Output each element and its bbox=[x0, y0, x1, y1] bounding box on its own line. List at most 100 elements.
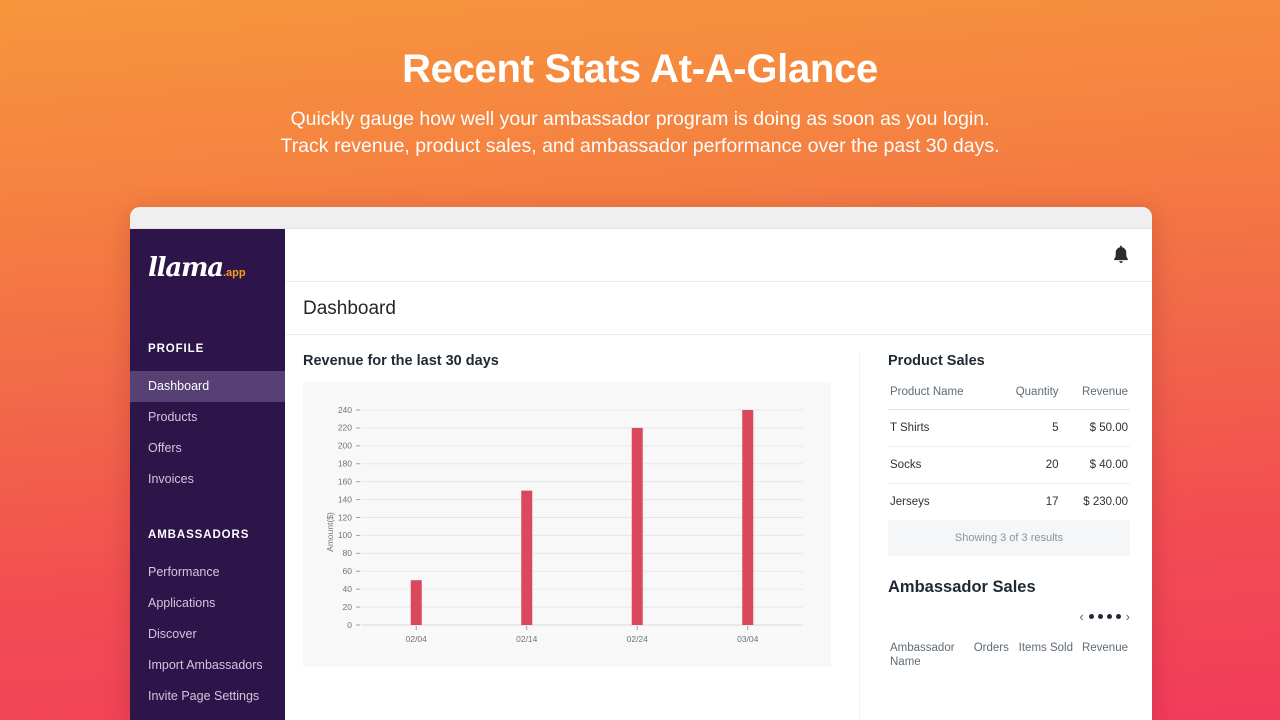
chart-x-tick-label: 03/04 bbox=[737, 634, 759, 644]
ambassador-sales-section: Ambassador Sales ‹ › Ambassador Name Ord… bbox=[888, 578, 1130, 681]
main-content: Dashboard Revenue for the last 30 days 0… bbox=[285, 229, 1152, 720]
sidebar-section-ambassadors-heading: AMBASSADORS bbox=[148, 529, 250, 541]
table-header-row: Product Name Quantity Revenue bbox=[888, 382, 1130, 410]
cell-product-name: T Shirts bbox=[888, 409, 996, 447]
chart-y-tick-label: 200 bbox=[338, 441, 352, 451]
chart-x-tick-label: 02/04 bbox=[406, 634, 428, 644]
cell-quantity: 20 bbox=[995, 446, 1061, 484]
sidebar: llama.app PROFILE Dashboard Products Off… bbox=[130, 229, 285, 720]
chart-y-tick-label: 0 bbox=[347, 620, 352, 630]
app-shell: llama.app PROFILE Dashboard Products Off… bbox=[130, 229, 1152, 720]
chart-y-tick-label: 60 bbox=[343, 566, 353, 576]
chevron-right-icon[interactable]: › bbox=[1126, 610, 1130, 623]
sidebar-item-invite-page-settings[interactable]: Invite Page Settings bbox=[130, 681, 285, 712]
sidebar-item-performance[interactable]: Performance bbox=[130, 557, 285, 588]
chart-bar[interactable] bbox=[521, 490, 533, 625]
sidebar-item-products[interactable]: Products bbox=[130, 402, 285, 433]
cell-revenue: $ 40.00 bbox=[1060, 446, 1130, 484]
ambassador-sales-title: Ambassador Sales bbox=[888, 578, 1036, 596]
revenue-chart-section: Revenue for the last 30 days 0 20 40 60 80 10… bbox=[303, 353, 831, 720]
sidebar-item-label: Discover bbox=[148, 627, 197, 641]
page-title-row: Dashboard bbox=[285, 282, 1152, 335]
logo[interactable]: llama.app bbox=[130, 229, 285, 301]
column-header-orders: Orders bbox=[973, 642, 1009, 654]
revenue-chart-title: Revenue for the last 30 days bbox=[303, 353, 499, 369]
cell-revenue: $ 50.00 bbox=[1060, 409, 1130, 447]
ambassador-sales-table: Ambassador Name Orders Items Sold Revenu… bbox=[888, 637, 1130, 681]
top-bar bbox=[285, 229, 1152, 282]
browser-chrome-bar bbox=[130, 207, 1152, 229]
table-row[interactable]: T Shirts 5 $ 50.00 bbox=[888, 409, 1130, 447]
page-title: Dashboard bbox=[303, 298, 396, 319]
bell-icon[interactable] bbox=[1112, 245, 1130, 265]
promo-subtitle: Quickly gauge how well your ambassador p… bbox=[0, 106, 1280, 160]
chart-y-tick-label: 100 bbox=[338, 530, 352, 540]
chart-y-tick-label: 220 bbox=[338, 423, 352, 433]
product-sales-results-count: Showing 3 of 3 results bbox=[888, 520, 1130, 556]
sidebar-item-label: Offers bbox=[148, 441, 182, 455]
promo-subtitle-line-2: Track revenue, product sales, and ambass… bbox=[280, 134, 1000, 157]
column-header-product-name: Product Name bbox=[890, 386, 964, 398]
column-header-revenue: Revenue bbox=[1081, 386, 1128, 398]
sidebar-item-dashboard[interactable]: Dashboard bbox=[130, 371, 285, 402]
product-sales-table: Product Name Quantity Revenue T Shirts 5… bbox=[888, 382, 1130, 520]
column-header-items-sold: Items Sold bbox=[1018, 642, 1073, 654]
sidebar-item-label: Dashboard bbox=[148, 379, 210, 393]
table-header-row: Ambassador Name Orders Items Sold Revenu… bbox=[888, 637, 1130, 681]
sales-panel: Product Sales Product Name Quantity Reve… bbox=[859, 353, 1130, 720]
cell-revenue: $ 230.00 bbox=[1060, 483, 1130, 520]
table-row[interactable]: Jerseys 17 $ 230.00 bbox=[888, 483, 1130, 520]
logo-suffix: .app bbox=[222, 267, 246, 279]
dashboard-content: Revenue for the last 30 days 0 20 40 60 80 10… bbox=[285, 335, 1152, 720]
chart-y-tick-labels: 0 20 40 60 80 100 120 140 160 180 200 220 240 bbox=[338, 405, 352, 630]
sidebar-item-applications[interactable]: Applications bbox=[130, 588, 285, 619]
chart-y-tick-label: 160 bbox=[338, 476, 352, 486]
browser-window: llama.app PROFILE Dashboard Products Off… bbox=[130, 207, 1152, 720]
promo-title: Recent Stats At-A-Glance bbox=[402, 47, 878, 91]
sidebar-item-label: Invite Page Settings bbox=[148, 689, 260, 703]
chart-bar[interactable] bbox=[742, 410, 754, 625]
chart-x-tick-labels: 02/04 02/14 02/24 03/04 bbox=[406, 626, 759, 644]
pager-dots bbox=[1088, 614, 1121, 619]
revenue-chart-card: 0 20 40 60 80 100 120 140 160 180 200 220 240 02/04 0… bbox=[303, 382, 831, 667]
cell-quantity: 17 bbox=[995, 483, 1061, 520]
promo-subtitle-line-1: Quickly gauge how well your ambassador p… bbox=[290, 108, 990, 130]
sidebar-item-label: Invoices bbox=[148, 472, 194, 486]
sidebar-item-label: Import Ambassadors bbox=[148, 658, 263, 672]
chart-y-tick-label: 240 bbox=[338, 405, 352, 415]
sidebar-item-label: Products bbox=[148, 410, 198, 424]
pager-dot[interactable] bbox=[1088, 614, 1094, 619]
ambassador-sales-pager: ‹ › bbox=[888, 610, 1130, 623]
cell-quantity: 5 bbox=[995, 409, 1061, 447]
cell-product-name: Socks bbox=[888, 446, 996, 484]
logo-wordmark: llama bbox=[148, 253, 224, 283]
chart-gridlines bbox=[356, 409, 803, 626]
chart-y-axis-label: Amount($) bbox=[325, 512, 335, 552]
chart-bar[interactable] bbox=[631, 427, 643, 625]
sidebar-item-import-ambassadors[interactable]: Import Ambassadors bbox=[130, 650, 285, 681]
chart-y-tick-label: 20 bbox=[343, 602, 353, 612]
cell-product-name: Jerseys bbox=[888, 483, 996, 520]
chart-y-tick-label: 40 bbox=[343, 584, 353, 594]
chart-y-tick-label: 120 bbox=[338, 512, 352, 522]
product-sales-title: Product Sales bbox=[888, 353, 985, 369]
chevron-left-icon[interactable]: ‹ bbox=[1079, 610, 1083, 623]
sidebar-item-label: Performance bbox=[148, 565, 220, 579]
sidebar-item-discover[interactable]: Discover bbox=[130, 619, 285, 650]
chart-bar[interactable] bbox=[410, 580, 422, 625]
chart-y-tick-label: 80 bbox=[343, 548, 353, 558]
chart-y-tick-label: 140 bbox=[338, 494, 352, 504]
pager-dot[interactable] bbox=[1115, 614, 1121, 619]
table-row[interactable]: Socks 20 $ 40.00 bbox=[888, 446, 1130, 484]
sidebar-item-invoices[interactable]: Invoices bbox=[130, 464, 285, 495]
column-header-ambassador-name: Ambassador Name bbox=[890, 642, 955, 669]
sidebar-item-offers[interactable]: Offers bbox=[130, 433, 285, 464]
revenue-bar-chart: 0 20 40 60 80 100 120 140 160 180 200 220 240 02/04 0… bbox=[325, 405, 803, 644]
chart-y-tick-label: 180 bbox=[338, 459, 352, 469]
column-header-revenue: Revenue bbox=[1081, 642, 1128, 654]
pager-dot[interactable] bbox=[1097, 614, 1103, 619]
sidebar-item-label: Applications bbox=[148, 596, 216, 610]
promo-header: Recent Stats At-A-Glance Quickly gauge h… bbox=[0, 0, 1280, 160]
chart-x-tick-label: 02/14 bbox=[516, 634, 538, 644]
pager-dot[interactable] bbox=[1106, 614, 1112, 619]
